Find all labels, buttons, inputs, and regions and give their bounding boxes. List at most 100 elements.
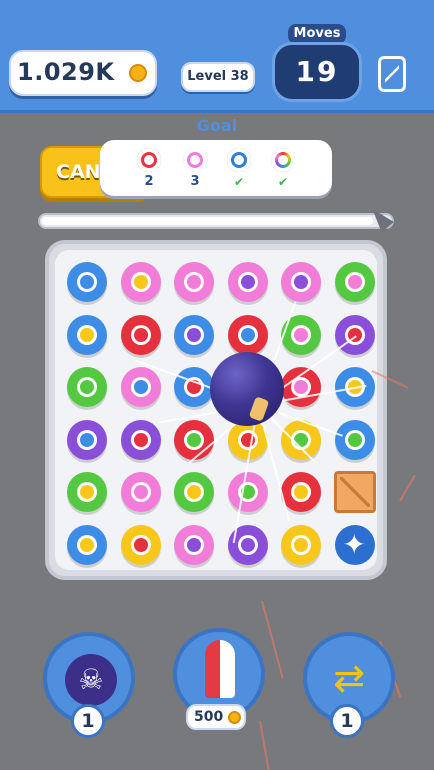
- donut-center: [133, 327, 148, 342]
- donut-tile[interactable]: [224, 258, 270, 304]
- goal-count: 2: [144, 174, 154, 189]
- donut-ring: [174, 314, 214, 355]
- donut-center: [133, 380, 148, 394]
- goal-item: ✔: [224, 148, 254, 192]
- donut-center: [133, 485, 148, 499]
- donut-tile[interactable]: [63, 311, 109, 357]
- donut-center: [294, 537, 308, 552]
- donut-ring: [334, 262, 375, 302]
- moves-label: Moves: [288, 24, 346, 44]
- phone-shake-icon[interactable]: [378, 56, 406, 92]
- donut-center: [294, 327, 308, 342]
- donut-tile[interactable]: [331, 416, 377, 462]
- donut-tile[interactable]: [170, 521, 216, 567]
- goal-title: Goal: [196, 116, 238, 135]
- coin-counter[interactable]: 1.029K: [9, 50, 157, 96]
- donut-tile[interactable]: [170, 311, 216, 357]
- goal-item: 2: [134, 148, 164, 192]
- goal-ring-icon: [227, 148, 251, 172]
- donut-center: [80, 327, 94, 342]
- donut-center: [347, 432, 362, 447]
- donut-center: [80, 485, 94, 499]
- donut-ring: [174, 472, 214, 512]
- donut-tile[interactable]: [63, 468, 109, 514]
- donut-tile[interactable]: [277, 521, 323, 567]
- goal-ring-icon: [183, 148, 207, 172]
- coin-icon: [228, 711, 241, 724]
- donut-tile[interactable]: [117, 468, 163, 514]
- donut-tile[interactable]: [63, 258, 109, 304]
- rocket-price[interactable]: 500: [186, 704, 246, 730]
- donut-tile[interactable]: [277, 416, 323, 462]
- crate-icon: [333, 471, 376, 513]
- donut-ring: [281, 262, 321, 302]
- donut-center: [240, 537, 255, 552]
- moves-counter: 19: [272, 42, 362, 102]
- donut-tile[interactable]: [117, 363, 163, 409]
- moves-value: 19: [295, 55, 339, 88]
- donut-tile[interactable]: [63, 363, 109, 409]
- rocket-icon: [205, 640, 235, 698]
- donut-tile[interactable]: [277, 258, 323, 304]
- coin-amount: 1.029K: [17, 58, 115, 86]
- donut-tile[interactable]: [117, 521, 163, 567]
- donut-ring: [227, 472, 268, 512]
- donut-ring: [281, 524, 321, 565]
- donut-center: [133, 432, 148, 447]
- donut-center: [187, 432, 201, 447]
- donut-center: [187, 275, 201, 289]
- goal-item: 3: [180, 148, 210, 192]
- donut-ring: [120, 472, 161, 512]
- donut-tile[interactable]: [170, 258, 216, 304]
- coin-icon: [129, 64, 147, 82]
- rocket-price-label: 500: [194, 709, 224, 725]
- top-bar: 1.029K Level 38 Moves 19: [0, 0, 434, 113]
- donut-center: [187, 485, 201, 499]
- donut-ring: [67, 262, 107, 302]
- goal-card: 2 3 ✔ ✔: [100, 140, 332, 196]
- swap-arrows-icon: ⇄: [333, 656, 365, 700]
- bomb-booster-count: 1: [71, 704, 105, 738]
- goal-count: 3: [190, 174, 200, 189]
- goal-check: ✔: [277, 175, 289, 189]
- donut-center: [133, 537, 148, 552]
- donut-ring: [67, 314, 107, 355]
- progress-fill: [42, 217, 373, 225]
- donut-ring: [227, 314, 268, 355]
- donut-ring: [120, 419, 161, 460]
- crate-tile[interactable]: [331, 468, 377, 514]
- donut-tile[interactable]: [170, 468, 216, 514]
- donut-ring: [67, 419, 107, 460]
- donut-ring: [174, 419, 214, 460]
- donut-tile[interactable]: [63, 521, 109, 567]
- donut-ring: [227, 524, 268, 565]
- donut-center: [80, 380, 94, 394]
- donut-ring: [120, 262, 161, 302]
- donut-ring: [174, 524, 214, 565]
- goal-ring-icon: [137, 148, 161, 172]
- donut-tile[interactable]: [117, 311, 163, 357]
- streak-effect: [259, 720, 270, 770]
- shuriken-icon: [334, 524, 375, 565]
- donut-tile[interactable]: [224, 521, 270, 567]
- donut-center: [294, 380, 308, 394]
- streak-effect: [399, 474, 416, 502]
- donut-center: [294, 275, 308, 289]
- donut-ring: [67, 367, 107, 407]
- donut-center: [80, 537, 94, 552]
- donut-tile[interactable]: [117, 416, 163, 462]
- donut-tile[interactable]: [63, 416, 109, 462]
- goal-item: ✔: [268, 148, 298, 192]
- donut-ring: [227, 262, 268, 302]
- level-label: Level 38: [187, 69, 249, 84]
- donut-tile[interactable]: [117, 258, 163, 304]
- donut-center: [240, 275, 255, 289]
- donut-tile[interactable]: [331, 258, 377, 304]
- donut-ring: [67, 524, 107, 565]
- shuriken-tile[interactable]: [331, 521, 377, 567]
- bomb-piece: [210, 352, 284, 426]
- donut-tile[interactable]: [224, 311, 270, 357]
- donut-tile[interactable]: [170, 416, 216, 462]
- donut-center: [347, 275, 362, 289]
- donut-center: [294, 485, 308, 499]
